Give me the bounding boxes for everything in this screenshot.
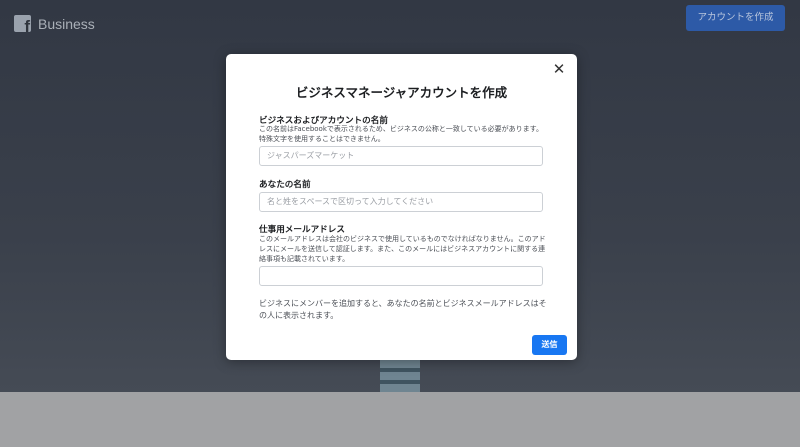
submit-button[interactable]: 送信: [532, 335, 567, 355]
business-name-help: この名前はFacebookで表示されるため、ビジネスの公称と一致している必要があ…: [259, 125, 543, 143]
brand-name: Business: [38, 15, 95, 32]
create-account-button[interactable]: アカウントを作成: [686, 5, 785, 31]
create-business-manager-dialog: ✕ ビジネスマネージャアカウントを作成 ビジネスおよびアカウントの名前 この名前…: [226, 54, 577, 360]
top-bar: f Business アカウントを作成: [0, 0, 800, 46]
close-icon[interactable]: ✕: [551, 61, 567, 77]
your-name-label: あなたの名前: [259, 180, 311, 190]
business-name-input[interactable]: ジャスパーズマーケット: [259, 146, 543, 166]
business-logo[interactable]: f Business: [14, 15, 95, 32]
pillar-band: [380, 368, 420, 372]
facebook-icon: f: [14, 15, 31, 32]
floor-strip: [0, 392, 800, 447]
background-pillar: [380, 358, 420, 392]
your-name-input[interactable]: 名と姓をスペースで区切って入力してください: [259, 192, 543, 212]
dialog-title: ビジネスマネージャアカウントを作成: [295, 85, 508, 100]
work-email-help: このメールアドレスは会社のビジネスで使用しているものでなければなりません。このア…: [259, 235, 546, 263]
work-email-input[interactable]: [259, 266, 543, 286]
privacy-note: ビジネスにメンバーを追加すると、あなたの名前とビジネスメールアドレスはその人に表…: [259, 299, 547, 320]
pillar-band: [380, 380, 420, 384]
